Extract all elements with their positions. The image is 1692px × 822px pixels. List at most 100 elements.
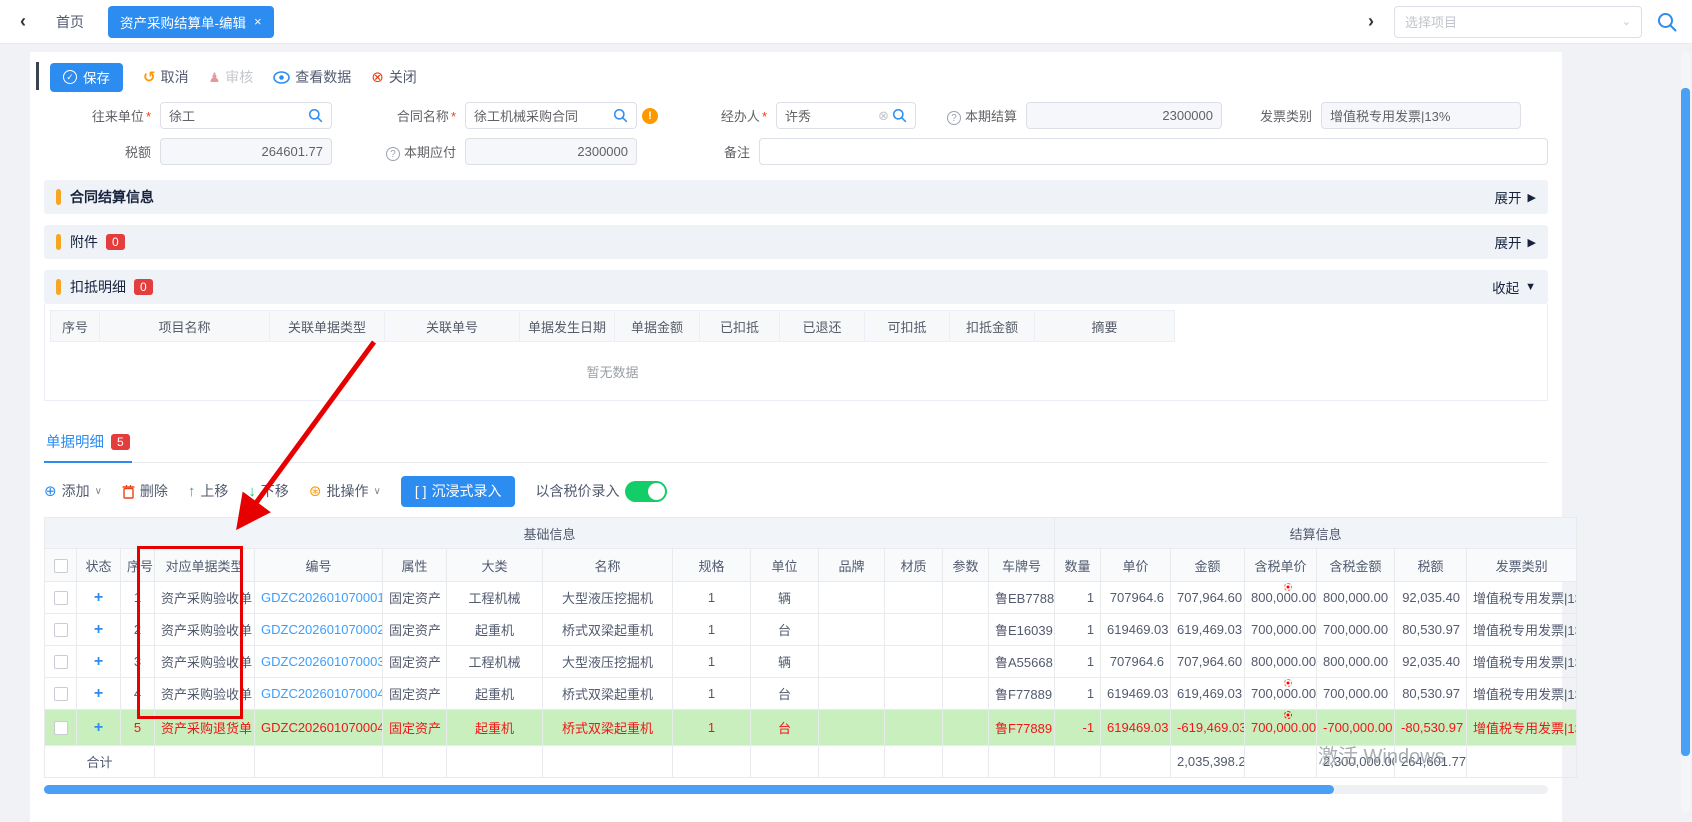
tab-home[interactable]: 首页: [46, 12, 94, 32]
tabs-scroll-left-icon[interactable]: ‹: [14, 11, 32, 32]
select-all-checkbox[interactable]: [54, 559, 68, 573]
handler-input[interactable]: ⊗: [776, 102, 916, 129]
deduction-column-header: 已扣抵: [700, 310, 780, 342]
collapse-button[interactable]: 收起 ▼: [1492, 277, 1536, 297]
partner-value[interactable]: [169, 108, 308, 123]
deduction-table: 序号项目名称关联单据类型关联单号单据发生日期单据金额已扣抵已退还可扣抵扣抵金额摘…: [44, 304, 1548, 401]
column-header: 税额: [1395, 549, 1467, 582]
expand-label: 展开: [1495, 187, 1522, 207]
handler-search-icon[interactable]: [892, 108, 907, 123]
tab-active-asset-settlement[interactable]: 资产采购结算单-编辑 ×: [108, 6, 274, 38]
column-header: 含税单价: [1245, 549, 1317, 582]
doc-code-link[interactable]: GDZC202601070003: [261, 654, 383, 669]
move-up-label: 上移: [200, 481, 228, 501]
contract-label: 合同名称*: [332, 106, 465, 125]
audit-label: 审核: [225, 67, 253, 87]
section-attachments[interactable]: 附件 0 展开 ▶: [44, 225, 1548, 259]
expand-button[interactable]: 展开 ▶: [1495, 232, 1536, 252]
undo-icon: ↺: [143, 70, 156, 85]
help-icon[interactable]: ?: [947, 111, 961, 125]
cell-material: [885, 678, 943, 710]
delete-button[interactable]: 删除: [122, 481, 168, 501]
current-payable-input: [465, 138, 637, 165]
contract-warning-icon[interactable]: !: [642, 108, 658, 124]
triangle-right-icon: ▶: [1528, 236, 1536, 249]
detail-actions-toolbar: ⊕ 添加 ∨ 删除 ↑ 上移 ↓ 下移: [44, 473, 1548, 509]
cell-category: 工程机械: [447, 646, 543, 678]
tab-close-icon[interactable]: ×: [254, 14, 262, 29]
expand-plus-icon[interactable]: +: [94, 685, 103, 702]
cancel-button[interactable]: ↺ 取消: [143, 67, 189, 87]
column-header: 参数: [943, 549, 989, 582]
doc-code-link: GDZC202601070004: [255, 678, 383, 710]
cell-unit-price: 707964.6: [1101, 646, 1171, 678]
project-select[interactable]: 选择项目 ⌄: [1394, 6, 1642, 38]
help-icon[interactable]: ?: [386, 147, 400, 161]
tab-document-detail[interactable]: 单据明细 5: [44, 427, 132, 463]
cell-tax: 80,530.97: [1395, 614, 1467, 646]
table-row: +3资产采购验收单GDZC202601070003固定资产工程机械大型液压挖掘机…: [45, 646, 1577, 678]
immersive-entry-button[interactable]: [ ] 沉浸式录入: [401, 476, 516, 507]
cell-doc-type: 资产采购验收单: [155, 614, 255, 646]
handler-value[interactable]: [785, 108, 878, 123]
move-down-button[interactable]: ↓ 下移: [248, 481, 289, 501]
cell-unit-price: 619469.03: [1101, 710, 1171, 746]
partner-label: 往来单位*: [44, 106, 160, 125]
doc-code-link[interactable]: GDZC202601070004: [261, 686, 383, 701]
expand-button[interactable]: 展开 ▶: [1495, 187, 1536, 207]
column-header: 属性: [383, 549, 447, 582]
expand-plus-icon[interactable]: +: [94, 653, 103, 670]
row-checkbox[interactable]: [54, 655, 68, 669]
deduction-column-header: 摘要: [1035, 310, 1175, 342]
tabs-scroll-right-icon[interactable]: ›: [1362, 11, 1380, 32]
view-data-button[interactable]: 查看数据: [273, 67, 351, 87]
row-checkbox[interactable]: [54, 623, 68, 637]
deduction-empty-state: 暂无数据: [50, 342, 1175, 400]
add-button[interactable]: ⊕ 添加 ∨: [44, 481, 102, 501]
cell-category: 工程机械: [447, 582, 543, 614]
section-deduction-detail[interactable]: 扣抵明细 0 收起 ▼: [44, 270, 1548, 304]
cell-brand: [819, 646, 885, 678]
vertical-scrollbar-thumb[interactable]: [1681, 88, 1690, 756]
contract-search-icon[interactable]: [613, 108, 628, 123]
cell-brand: [819, 710, 885, 746]
column-header: 材质: [885, 549, 943, 582]
doc-code-link[interactable]: GDZC202601070004: [261, 720, 383, 735]
audit-button: ♟ 审核: [209, 67, 254, 87]
move-up-button[interactable]: ↑ 上移: [188, 481, 229, 501]
page: ‹ 首页 资产采购结算单-编辑 × › 选择项目 ⌄ ✓ 保存 ↺: [0, 0, 1692, 822]
cell-brand: [819, 678, 885, 710]
partner-search-icon[interactable]: [308, 108, 323, 123]
cell-amount: -619,469.03: [1171, 710, 1245, 746]
clear-icon[interactable]: ⊗: [878, 108, 889, 124]
expand-plus-icon[interactable]: +: [94, 589, 103, 606]
horizontal-scrollbar-thumb[interactable]: [44, 785, 1334, 794]
remark-value[interactable]: [768, 144, 1539, 159]
close-button[interactable]: ⊗ 关闭: [371, 67, 417, 87]
section-contract-settlement-info[interactable]: 合同结算信息 展开 ▶: [44, 180, 1548, 214]
doc-code-link[interactable]: GDZC202601070002: [261, 622, 383, 637]
contract-value[interactable]: [474, 108, 613, 123]
contract-input[interactable]: [465, 102, 637, 129]
row-status-cell: +: [77, 710, 121, 746]
remark-input[interactable]: [759, 138, 1548, 165]
tab-label: 单据明细: [46, 431, 104, 452]
row-checkbox[interactable]: [54, 721, 68, 735]
deduction-column-header: 已退还: [780, 310, 865, 342]
expand-plus-icon[interactable]: +: [94, 719, 103, 736]
partner-input[interactable]: [160, 102, 332, 129]
section-title: 合同结算信息: [70, 187, 154, 207]
row-checkbox[interactable]: [54, 591, 68, 605]
cell-seq: 5: [121, 710, 155, 746]
cell-tax: 92,035.40: [1395, 582, 1467, 614]
save-button[interactable]: ✓ 保存: [50, 63, 123, 92]
cell-quantity: 1: [1055, 646, 1101, 678]
expand-plus-icon[interactable]: +: [94, 621, 103, 638]
person-icon: ♟: [209, 71, 221, 84]
search-icon[interactable]: [1656, 11, 1678, 33]
save-label: 保存: [83, 67, 110, 87]
batch-operation-button[interactable]: ⊛ 批操作 ∨: [309, 481, 381, 501]
doc-code-link[interactable]: GDZC202601070001: [261, 590, 383, 605]
tax-entry-toggle[interactable]: [625, 481, 667, 502]
row-checkbox[interactable]: [54, 687, 68, 701]
